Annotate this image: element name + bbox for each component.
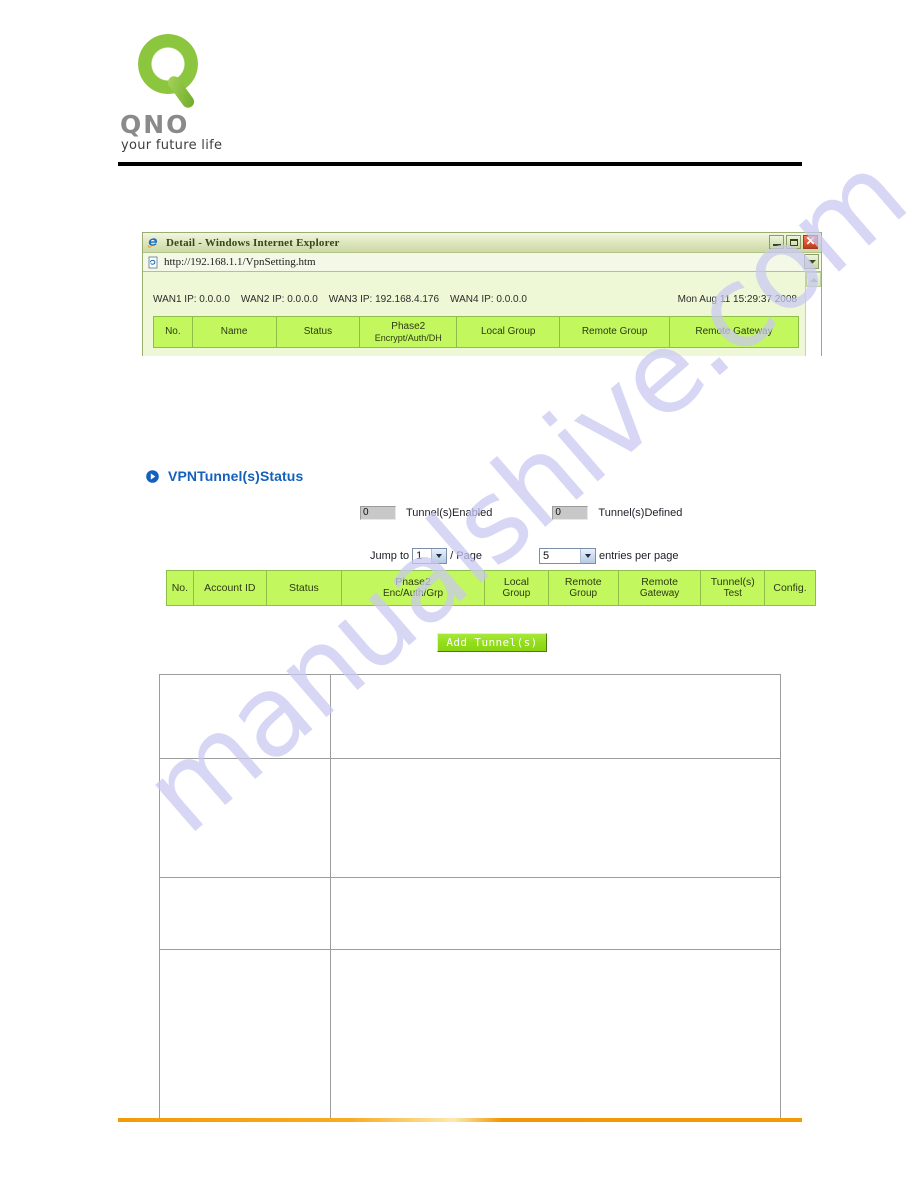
col-remote-gateway: Remote Gateway [668, 316, 800, 348]
table-row [159, 949, 782, 1119]
browser-title-bar: Detail - Windows Internet Explorer ✕ [143, 233, 821, 253]
col-status: Status [275, 316, 361, 348]
chevron-down-icon [579, 549, 595, 563]
col-remote-group: Remote Group [547, 570, 619, 606]
jump-to-label: Jump to [370, 550, 410, 562]
popup-vpn-table: No. Name Status Phase2 Encrypt/Auth/DH L… [153, 316, 800, 348]
col-local-group: Local Group [484, 570, 549, 606]
page-title: VPNTunnel(s)Status [168, 468, 304, 484]
col-status: Status [265, 570, 342, 606]
per-page-suffix: / Page [450, 550, 482, 562]
table-row [159, 758, 782, 878]
tunnel-counters: 0 Tunnel(s)Enabled 0 Tunnel(s)Defined [360, 506, 682, 520]
col-phase2: Phase2 Encrypt/Auth/DH [359, 316, 458, 348]
footer-divider [118, 1118, 802, 1122]
tunnels-enabled-label: Tunnel(s)Enabled [406, 507, 493, 519]
desc-term [159, 758, 331, 878]
tunnels-enabled-group: 0 Tunnel(s)Enabled [360, 506, 492, 520]
entries-per-page-select[interactable]: 5 [538, 548, 596, 564]
desc-term [159, 674, 331, 759]
desc-text [329, 758, 782, 878]
brand-logo: QNO your future life [120, 34, 330, 153]
col-account-id: Account ID [192, 570, 267, 606]
add-tunnel-button[interactable]: Add Tunnel(s) [437, 633, 547, 652]
chevron-down-icon[interactable] [804, 254, 819, 269]
vpn-tunnel-status-table: No. Account ID Status Phase2 Enc/Auth/Gr… [166, 570, 816, 606]
chevron-down-icon [431, 549, 447, 563]
desc-term [159, 877, 331, 950]
play-bullet-icon [146, 469, 159, 483]
tunnels-enabled-value: 0 [360, 506, 396, 520]
desc-text [329, 674, 782, 759]
pagination-controls: Jump to 1 / Page 5 entries per page [370, 548, 678, 564]
brand-tagline: your future life [121, 138, 223, 153]
col-tunnels-test: Tunnel(s) Test [700, 570, 766, 606]
wan-ip-4: WAN4 IP: 0.0.0.0 [450, 294, 527, 305]
wan-ip-list: WAN1 IP: 0.0.0.0 WAN2 IP: 0.0.0.0 WAN3 I… [153, 294, 527, 305]
browser-window-screenshot: Detail - Windows Internet Explorer ✕ htt… [142, 232, 822, 356]
entries-per-page-label: entries per page [598, 550, 679, 562]
vpn-status-heading: VPNTunnel(s)Status [146, 468, 303, 484]
col-remote-gateway: Remote Gateway [617, 570, 702, 606]
col-name: Name [191, 316, 277, 348]
qno-q-logo-icon [138, 34, 212, 111]
entries-per-page-value: 5 [542, 550, 550, 562]
col-local-group: Local Group [456, 316, 561, 348]
brand-wordmark: QNO [120, 110, 190, 139]
desc-text [329, 877, 782, 950]
col-no: No. [153, 316, 193, 348]
col-remote-group: Remote Group [559, 316, 670, 348]
system-datetime: Mon Aug 11 15:29:37 2008 [677, 294, 797, 305]
tunnels-defined-value: 0 [552, 506, 589, 520]
browser-address-bar[interactable]: http://192.168.1.1/VpnSetting.htm [143, 253, 821, 272]
tunnels-defined-group: 0 Tunnel(s)Defined [552, 506, 682, 520]
jump-to-page-select[interactable]: 1 [412, 548, 448, 564]
jump-to-page-value: 1 [416, 550, 423, 562]
table-row [159, 877, 782, 950]
desc-text [329, 949, 782, 1119]
close-icon[interactable]: ✕ [803, 234, 818, 249]
window-controls: ✕ [769, 234, 818, 249]
maximize-icon[interactable] [786, 235, 801, 249]
minimize-icon[interactable] [769, 235, 784, 249]
col-config: Config. [764, 570, 816, 606]
wan-ip-1: WAN1 IP: 0.0.0.0 [153, 294, 230, 305]
desc-term [159, 949, 331, 1119]
table-header-row: No. Name Status Phase2 Encrypt/Auth/DH L… [153, 316, 800, 348]
page-icon [147, 256, 160, 269]
wan-ip-3: WAN3 IP: 192.168.4.176 [328, 294, 440, 305]
table-row [159, 674, 782, 759]
col-phase2: Phase2 Enc/Auth/Grp [340, 570, 486, 606]
header-divider [118, 162, 802, 166]
scroll-up-icon[interactable] [806, 272, 821, 287]
tunnels-defined-label: Tunnel(s)Defined [598, 507, 683, 519]
browser-content-area: WAN1 IP: 0.0.0.0 WAN2 IP: 0.0.0.0 WAN3 I… [143, 272, 821, 356]
ie-e-icon [147, 236, 161, 250]
table-header-row: No. Account ID Status Phase2 Enc/Auth/Gr… [166, 570, 816, 606]
browser-window-title: Detail - Windows Internet Explorer [166, 236, 340, 249]
wan-ip-2: WAN2 IP: 0.0.0.0 [240, 294, 318, 305]
url-text: http://192.168.1.1/VpnSetting.htm [164, 256, 316, 268]
col-no: No. [166, 570, 194, 606]
vertical-scrollbar[interactable] [805, 272, 821, 356]
wan-status-line: WAN1 IP: 0.0.0.0 WAN2 IP: 0.0.0.0 WAN3 I… [153, 294, 797, 305]
field-description-table [159, 674, 782, 1119]
